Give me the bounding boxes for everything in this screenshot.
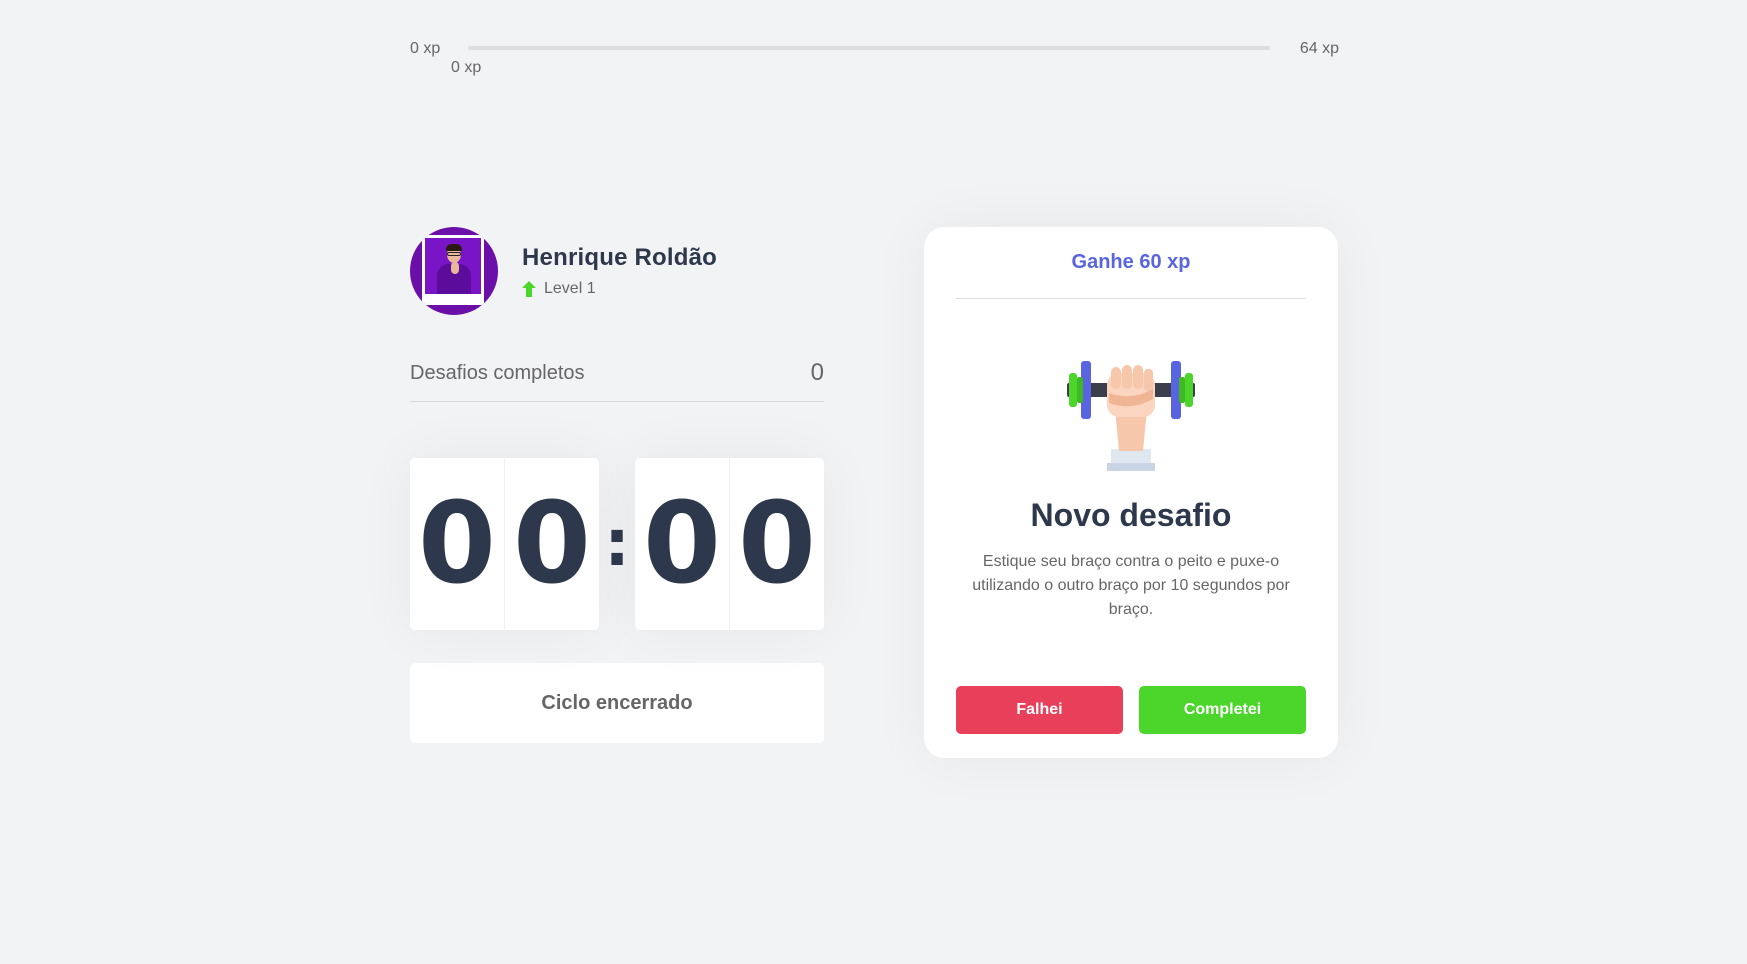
profile-name: Henrique Roldão <box>522 244 718 271</box>
challenge-title: Novo desafio <box>1030 497 1232 533</box>
xp-min-label: 0 xp <box>410 40 441 57</box>
countdown-second-ones: 0 <box>738 479 816 609</box>
xp-progress-track <box>468 46 1270 50</box>
left-panel: Henrique Roldão Level 1 Desafios complet… <box>410 227 824 743</box>
challenge-card: Ganhe 60 xp Novo desafio Estique seu bra… <box>924 227 1338 758</box>
app-page: 0 xp 0 xp 64 xp Henrique Roldão Level 1 … <box>0 0 1747 964</box>
profile-info: Henrique Roldão Level 1 <box>522 244 717 298</box>
xp-current-label: 0 xp <box>451 59 482 76</box>
countdown-minute-tens: 0 <box>410 458 505 630</box>
failed-button[interactable]: Falhei <box>956 686 1123 734</box>
arrow-up-icon <box>522 281 536 297</box>
countdown-minutes: 0 0 <box>410 458 599 630</box>
countdown: 0 0 : 0 0 <box>410 458 824 630</box>
completed-button[interactable]: Completei <box>1139 686 1306 734</box>
dumbbell-body-icon <box>1067 361 1195 471</box>
countdown-seconds: 0 0 <box>635 458 824 630</box>
cycle-finished-button[interactable]: Ciclo encerrado <box>410 663 824 743</box>
experience-bar: 0 xp 0 xp 64 xp <box>410 36 1339 76</box>
countdown-separator: : <box>604 507 630 581</box>
completed-challenges: Desafios completos 0 <box>410 359 824 402</box>
xp-max-label: 64 xp <box>1299 40 1339 57</box>
profile-level: Level 1 <box>522 280 717 298</box>
challenge-reward: Ganhe 60 xp <box>956 251 1306 299</box>
completed-challenges-label: Desafios completos <box>410 361 585 384</box>
avatar <box>410 227 498 315</box>
countdown-minute-ones: 0 <box>513 479 591 609</box>
challenge-actions: Falhei Completei <box>956 686 1306 734</box>
level-label: Level 1 <box>544 280 596 297</box>
avatar-photo-frame <box>422 235 484 305</box>
challenge-description: Estique seu braço contra o peito e puxe-… <box>972 553 1290 618</box>
countdown-second-tens: 0 <box>635 458 730 630</box>
profile: Henrique Roldão Level 1 <box>410 227 824 315</box>
completed-challenges-count: 0 <box>810 359 824 386</box>
